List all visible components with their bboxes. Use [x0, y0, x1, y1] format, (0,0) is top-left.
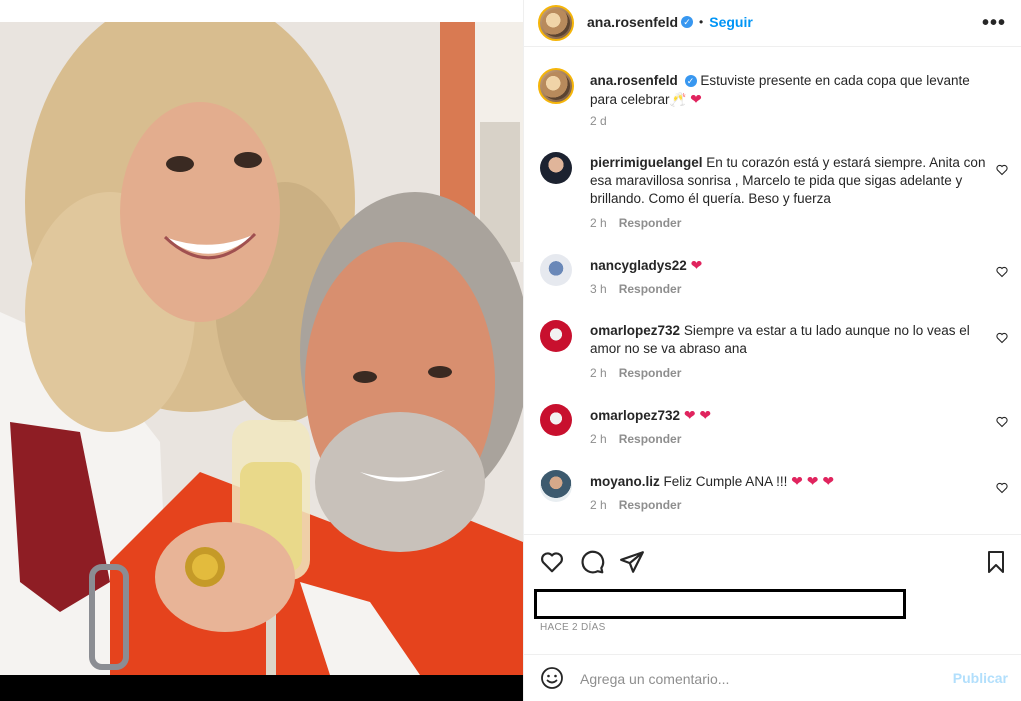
post-actions: HACE 2 DÍAS [524, 534, 1021, 654]
commenter-username[interactable]: moyano.liz [590, 474, 660, 489]
comment-body: omarlopez732 ❤ ❤ [590, 406, 986, 425]
comment-body: moyano.liz Feliz Cumple ANA !!! ❤ ❤ ❤ [590, 472, 986, 491]
likes-count-redacted[interactable] [534, 589, 906, 619]
post-time-ago: HACE 2 DÍAS [540, 622, 606, 633]
comment-text: Feliz Cumple ANA !!! [663, 474, 788, 489]
comment-meta: 3 h Responder [590, 282, 681, 296]
comment-like-heart-icon[interactable] [996, 416, 1008, 428]
reply-button[interactable]: Responder [619, 432, 682, 446]
comment-heart-emoji: ❤ ❤ ❤ [791, 473, 835, 489]
photo-bottom-letterbox [0, 675, 523, 701]
comment-like-heart-icon[interactable] [996, 332, 1008, 344]
publish-button[interactable]: Publicar [953, 670, 1008, 686]
comment-like-heart-icon[interactable] [996, 482, 1008, 494]
comment-age: 2 h [590, 366, 607, 380]
add-comment-bar: Publicar [524, 654, 1021, 701]
comment-input[interactable] [580, 669, 940, 689]
post-photo-pane [0, 0, 523, 701]
commenter-avatar[interactable] [540, 152, 572, 184]
author-avatar[interactable] [538, 5, 574, 41]
commenter-avatar[interactable] [540, 470, 572, 502]
comment-body: pierrimiguelangel En tu corazón está y e… [590, 154, 986, 208]
share-paper-plane-icon[interactable] [619, 549, 645, 575]
comment-body: nancygladys22 ❤ [590, 256, 986, 275]
caption-heart-emoji: ❤ [690, 91, 702, 107]
comment-age: 3 h [590, 282, 607, 296]
post-header: ana.rosenfeld ✓ • Seguir ••• [524, 0, 1021, 47]
comment-like-heart-icon[interactable] [996, 266, 1008, 278]
commenter-avatar[interactable] [540, 404, 572, 436]
comment-age: 2 h [590, 432, 607, 446]
commenter-avatar[interactable] [540, 320, 572, 352]
author-username[interactable]: ana.rosenfeld [587, 14, 678, 30]
reply-button[interactable]: Responder [619, 366, 682, 380]
comments-scroll-area[interactable]: ana.rosenfeld ✓ Estuviste presente en ca… [524, 48, 1021, 534]
comment-body: omarlopez732 Siempre va estar a tu lado … [590, 322, 986, 358]
comment-age: 2 h [590, 498, 607, 512]
save-bookmark-icon[interactable] [984, 549, 1008, 575]
caption-author-avatar[interactable] [538, 68, 574, 104]
comment-bubble-icon[interactable] [579, 549, 605, 575]
reply-button[interactable]: Responder [619, 498, 682, 512]
post-side-panel: ana.rosenfeld ✓ • Seguir ••• ana.rosenfe… [523, 0, 1021, 701]
emoji-smiley-icon[interactable] [540, 666, 564, 690]
more-options-icon[interactable]: ••• [982, 12, 1006, 35]
follow-button[interactable]: Seguir [709, 14, 753, 30]
reply-button[interactable]: Responder [619, 216, 682, 230]
separator-dot: • [699, 15, 704, 29]
comment-meta: 2 h Responder [590, 498, 681, 512]
verified-badge-icon: ✓ [681, 16, 694, 28]
comment-like-heart-icon[interactable] [996, 164, 1008, 176]
header-author-row: ana.rosenfeld ✓ • Seguir [587, 14, 753, 30]
comment-heart-emoji: ❤ ❤ [683, 407, 712, 423]
caption-author-username[interactable]: ana.rosenfeld [590, 73, 678, 88]
reply-button[interactable]: Responder [619, 282, 682, 296]
comment-age: 2 h [590, 216, 607, 230]
commenter-username[interactable]: nancygladys22 [590, 258, 687, 273]
caption-age: 2 d [590, 114, 607, 128]
commenter-avatar[interactable] [540, 254, 572, 286]
like-heart-icon[interactable] [539, 549, 565, 575]
commenter-username[interactable]: omarlopez732 [590, 408, 680, 423]
caption-verified-badge-icon: ✓ [684, 75, 697, 88]
caption-text-block: ana.rosenfeld ✓ Estuviste presente en ca… [590, 72, 986, 109]
comment-meta: 2 h Responder [590, 432, 681, 446]
comment-meta: 2 h Responder [590, 366, 681, 380]
commenter-username[interactable]: omarlopez732 [590, 323, 680, 338]
photo-top-letterbox [0, 0, 523, 22]
post-photo [0, 22, 523, 675]
comment-meta: 2 h Responder [590, 216, 681, 230]
comment-heart-emoji: ❤ [690, 257, 703, 273]
commenter-username[interactable]: pierrimiguelangel [590, 155, 703, 170]
